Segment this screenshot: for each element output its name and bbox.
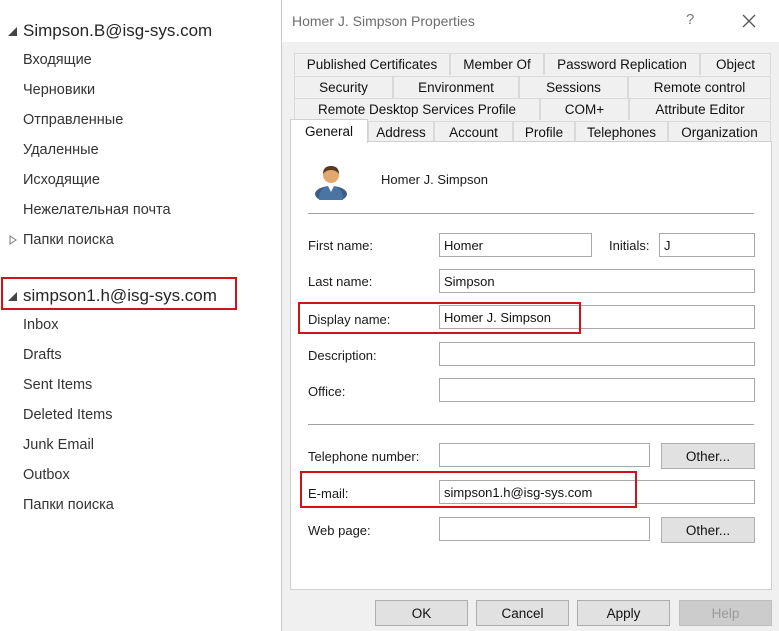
- account-name: Simpson.B@isg-sys.com: [23, 21, 213, 40]
- collapsed-triangle-icon: [9, 235, 17, 245]
- tab-com-plus[interactable]: COM+: [540, 98, 629, 120]
- initials-label: Initials:: [609, 238, 650, 253]
- separator: [308, 424, 754, 426]
- webpage-other-button[interactable]: Other...: [661, 517, 755, 543]
- tab-attribute-editor[interactable]: Attribute Editor: [629, 98, 771, 120]
- folder-item-deleted-items[interactable]: Deleted Items: [23, 405, 112, 425]
- description-field[interactable]: [439, 342, 755, 366]
- display-name-label: Display name:: [308, 312, 391, 327]
- apply-button[interactable]: Apply: [577, 600, 670, 626]
- first-name-label: First name:: [308, 238, 374, 253]
- folder-item-inbox-ru[interactable]: Входящие: [23, 50, 92, 70]
- tab-environment[interactable]: Environment: [393, 76, 519, 98]
- folder-item-junk-email[interactable]: Junk Email: [23, 435, 94, 455]
- office-label: Office:: [308, 384, 346, 399]
- display-header-name: Homer J. Simpson: [381, 172, 488, 187]
- last-name-label: Last name:: [308, 274, 373, 289]
- expanded-triangle-icon: [8, 27, 17, 36]
- folder-item-junk-ru[interactable]: Нежелательная почта: [23, 200, 171, 220]
- dialog-title: Homer J. Simpson Properties: [292, 13, 475, 29]
- separator: [308, 213, 754, 215]
- expanded-triangle-icon: [8, 292, 17, 301]
- tab-address[interactable]: Address: [368, 121, 434, 143]
- close-icon[interactable]: [734, 8, 764, 34]
- folder-item-drafts-ru[interactable]: Черновики: [23, 80, 95, 100]
- webpage-label: Web page:: [308, 523, 371, 538]
- folder-item-search-folders-2[interactable]: Папки поиска: [23, 495, 114, 515]
- first-name-field[interactable]: Homer: [439, 233, 592, 257]
- telephone-field[interactable]: [439, 443, 650, 467]
- folder-item-outbox[interactable]: Outbox: [23, 465, 70, 485]
- folder-pane: Simpson.B@isg-sys.com Входящие Черновики…: [0, 0, 281, 631]
- last-name-field[interactable]: Simpson: [439, 269, 755, 293]
- tab-member-of[interactable]: Member Of: [450, 53, 544, 75]
- telephone-other-button[interactable]: Other...: [661, 443, 755, 469]
- user-avatar-icon: [315, 166, 347, 200]
- folder-label: Папки поиска: [23, 232, 114, 248]
- tab-remote-desktop-services-profile[interactable]: Remote Desktop Services Profile: [294, 98, 540, 120]
- folder-item-sent-items[interactable]: Sent Items: [23, 375, 92, 395]
- tab-organization[interactable]: Organization: [668, 121, 771, 143]
- description-label: Description:: [308, 348, 377, 363]
- account-header-simpson-b[interactable]: Simpson.B@isg-sys.com: [6, 19, 212, 43]
- properties-dialog: Homer J. Simpson Properties ? Published …: [281, 0, 779, 631]
- general-tab-panel: Homer J. Simpson First name: Homer Initi…: [290, 141, 772, 590]
- folder-item-deleted-ru[interactable]: Удаленные: [23, 140, 99, 160]
- webpage-field[interactable]: [439, 517, 650, 541]
- display-name-field[interactable]: Homer J. Simpson: [439, 305, 755, 329]
- account-name: simpson1.h@isg-sys.com: [23, 286, 217, 305]
- help-question-icon[interactable]: ?: [686, 11, 694, 28]
- ok-button[interactable]: OK: [375, 600, 468, 626]
- account-header-simpson1-h[interactable]: simpson1.h@isg-sys.com: [6, 284, 217, 308]
- folder-item-search-folders[interactable]: Папки поиска: [8, 230, 114, 250]
- tab-general[interactable]: General: [290, 119, 368, 143]
- folder-item-outbox-ru[interactable]: Исходящие: [23, 170, 100, 190]
- telephone-label: Telephone number:: [308, 449, 420, 464]
- tab-profile[interactable]: Profile: [513, 121, 575, 143]
- folder-item-sent-ru[interactable]: Отправленные: [23, 110, 123, 130]
- tab-sessions[interactable]: Sessions: [519, 76, 628, 98]
- tab-account[interactable]: Account: [434, 121, 513, 143]
- tab-telephones[interactable]: Telephones: [575, 121, 668, 143]
- folder-item-drafts[interactable]: Drafts: [23, 345, 62, 365]
- office-field[interactable]: [439, 378, 755, 402]
- cancel-button[interactable]: Cancel: [476, 600, 569, 626]
- initials-field[interactable]: J: [659, 233, 755, 257]
- email-field[interactable]: simpson1.h@isg-sys.com: [439, 480, 755, 504]
- tab-object[interactable]: Object: [700, 53, 771, 75]
- tab-published-certificates[interactable]: Published Certificates: [294, 53, 450, 75]
- tab-security[interactable]: Security: [294, 76, 393, 98]
- folder-item-inbox[interactable]: Inbox: [23, 315, 58, 335]
- help-button[interactable]: Help: [679, 600, 772, 626]
- email-label: E-mail:: [308, 486, 349, 501]
- dialog-titlebar: Homer J. Simpson Properties ?: [282, 0, 779, 42]
- tab-remote-control[interactable]: Remote control: [628, 76, 771, 98]
- tab-password-replication[interactable]: Password Replication: [544, 53, 700, 75]
